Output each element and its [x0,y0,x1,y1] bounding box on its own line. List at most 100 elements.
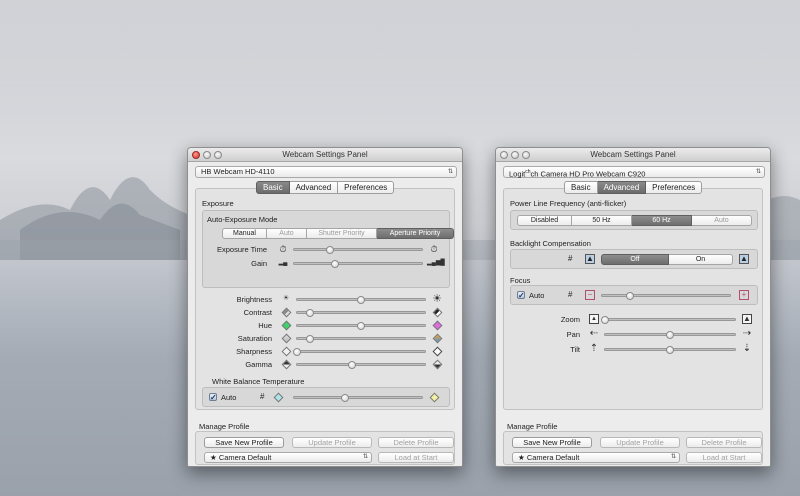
backlight-off[interactable]: Off [601,254,669,265]
power-line-auto[interactable]: Auto [692,215,752,226]
zoom-slider-knob[interactable] [601,315,609,324]
focus-minus-icon: − [585,290,595,300]
brightness-slider[interactable] [296,295,426,304]
hue-slider-knob[interactable] [357,321,365,330]
focus-hash: # [568,290,573,299]
gain-slider[interactable] [293,259,423,268]
brightness-slider-knob[interactable] [357,295,365,304]
gamma-slider-knob[interactable] [348,360,357,369]
titlebar[interactable]: Webcam Settings Panel [188,148,462,162]
load-at-start-button[interactable]: Load at Start [378,452,454,463]
focus-slider-knob[interactable] [626,291,635,300]
gamma-slider[interactable] [296,360,426,369]
saturation-label: Saturation [237,334,272,343]
hue-row: Hue [196,320,458,331]
pan-slider-knob[interactable] [666,330,674,339]
delete-profile-button[interactable]: Delete Profile [686,437,762,448]
contrast-slider-knob[interactable] [305,308,314,317]
camera-select-prefix: Logit [509,169,526,179]
contrast-slider[interactable] [296,308,426,317]
load-at-start-button[interactable]: Load at Start [686,452,762,463]
exposure-time-slider[interactable] [293,245,423,254]
mode-aperture-priority[interactable]: Aperture Priority [377,228,454,239]
zoom-button[interactable] [214,151,222,159]
camera-select[interactable]: Logitchch Camera HD Pro Webcam C920 ⇅ [503,166,765,179]
manage-profile-label: Manage Profile [199,422,250,431]
saturation-slider[interactable] [296,334,426,343]
white-balance-slider[interactable] [293,393,423,402]
basic-panel: Exposure Auto-Exposure Mode Manual Auto … [195,188,455,410]
mode-manual[interactable]: Manual [222,228,267,239]
gamma-low-icon [281,359,291,369]
pan-right-icon: ⇢ [742,328,752,339]
white-balance-auto-label: Auto [221,393,237,402]
power-line-disabled[interactable]: Disabled [517,215,572,226]
tilt-slider[interactable] [604,345,736,354]
power-line-50hz[interactable]: 50 Hz [572,215,632,226]
contrast-high-icon [432,307,442,317]
minimize-button[interactable] [203,151,211,159]
gain-label: Gain [251,259,267,268]
white-balance-auto-checkbox[interactable]: ✓ [209,393,217,402]
gamma-high-icon [432,359,442,369]
sharpness-slider-knob[interactable] [293,347,301,356]
profile-select-value: Camera Default [218,453,272,462]
titlebar[interactable]: Webcam Settings Panel [496,148,770,162]
hue-label: Hue [258,321,272,330]
updown-arrows-icon: ⇅ [362,454,368,460]
focus-label: Focus [510,276,531,285]
power-line-label: Power Line Frequency (anti-flicker) [510,199,627,208]
tab-basic[interactable]: Basic [564,181,598,194]
tab-preferences[interactable]: Preferences [646,181,703,194]
save-new-profile-button[interactable]: Save New Profile [512,437,592,448]
delete-profile-button[interactable]: Delete Profile [378,437,454,448]
gain-slider-knob[interactable] [330,259,339,268]
backlight-high-icon: ▲ [739,254,749,264]
hue-slider[interactable] [296,321,426,330]
brightness-label: Brightness [236,295,272,304]
pan-row: Pan ⇠ ⇢ [504,329,766,340]
focus-auto-checkbox[interactable]: ✓ [517,291,525,300]
camera-select[interactable]: HB Webcam HD-4110 ⇅ [195,166,457,178]
focus-slider[interactable] [601,291,731,300]
zoom-label: Zoom [560,315,580,324]
pan-slider[interactable] [604,330,736,339]
tab-basic[interactable]: Basic [256,181,290,194]
backlight-on[interactable]: On [669,254,733,265]
update-profile-button[interactable]: Update Profile [600,437,680,448]
mode-shutter-priority[interactable]: Shutter Priority [307,228,377,239]
white-balance-slider-knob[interactable] [341,393,350,402]
contrast-low-icon [281,307,291,317]
gamma-label: Gamma [245,360,272,369]
profile-select[interactable]: ★ Camera Default ⇅ [204,452,372,463]
backlight-label: Backlight Compensation [510,239,591,248]
power-line-60hz[interactable]: 60 Hz [632,215,692,226]
hue-green-icon [281,320,291,330]
tab-advanced[interactable]: Advanced [289,181,339,194]
zoom-slider[interactable] [601,315,736,324]
sharpness-row: Sharpness [196,346,458,357]
mode-auto[interactable]: Auto [267,228,307,239]
exposure-group: Auto-Exposure Mode Manual Auto Shutter P… [202,210,454,288]
saturation-slider-knob[interactable] [305,334,314,343]
sun-small-icon: ☀ [282,295,290,302]
sharpness-slider[interactable] [293,347,426,356]
window-title: Webcam Settings Panel [590,150,676,159]
close-button[interactable] [192,151,200,159]
tab-bar: Basic Advanced Preferences [564,181,703,194]
star-icon: ★ [518,453,525,462]
clock-icon: ⏱ [279,244,287,254]
save-new-profile-button[interactable]: Save New Profile [204,437,284,448]
zoom-button[interactable] [522,151,530,159]
profile-select[interactable]: ★ Camera Default ⇅ [512,452,680,463]
tilt-slider-knob[interactable] [666,345,674,354]
updown-arrows-icon: ⇅ [670,454,676,460]
focus-plus-icon: + [739,290,749,300]
tab-advanced[interactable]: Advanced [597,181,647,194]
minimize-button[interactable] [511,151,519,159]
update-profile-button[interactable]: Update Profile [292,437,372,448]
tab-preferences[interactable]: Preferences [338,181,395,194]
focus-auto-label: Auto [529,291,545,300]
exposure-time-slider-knob[interactable] [325,245,334,254]
close-button[interactable] [500,151,508,159]
